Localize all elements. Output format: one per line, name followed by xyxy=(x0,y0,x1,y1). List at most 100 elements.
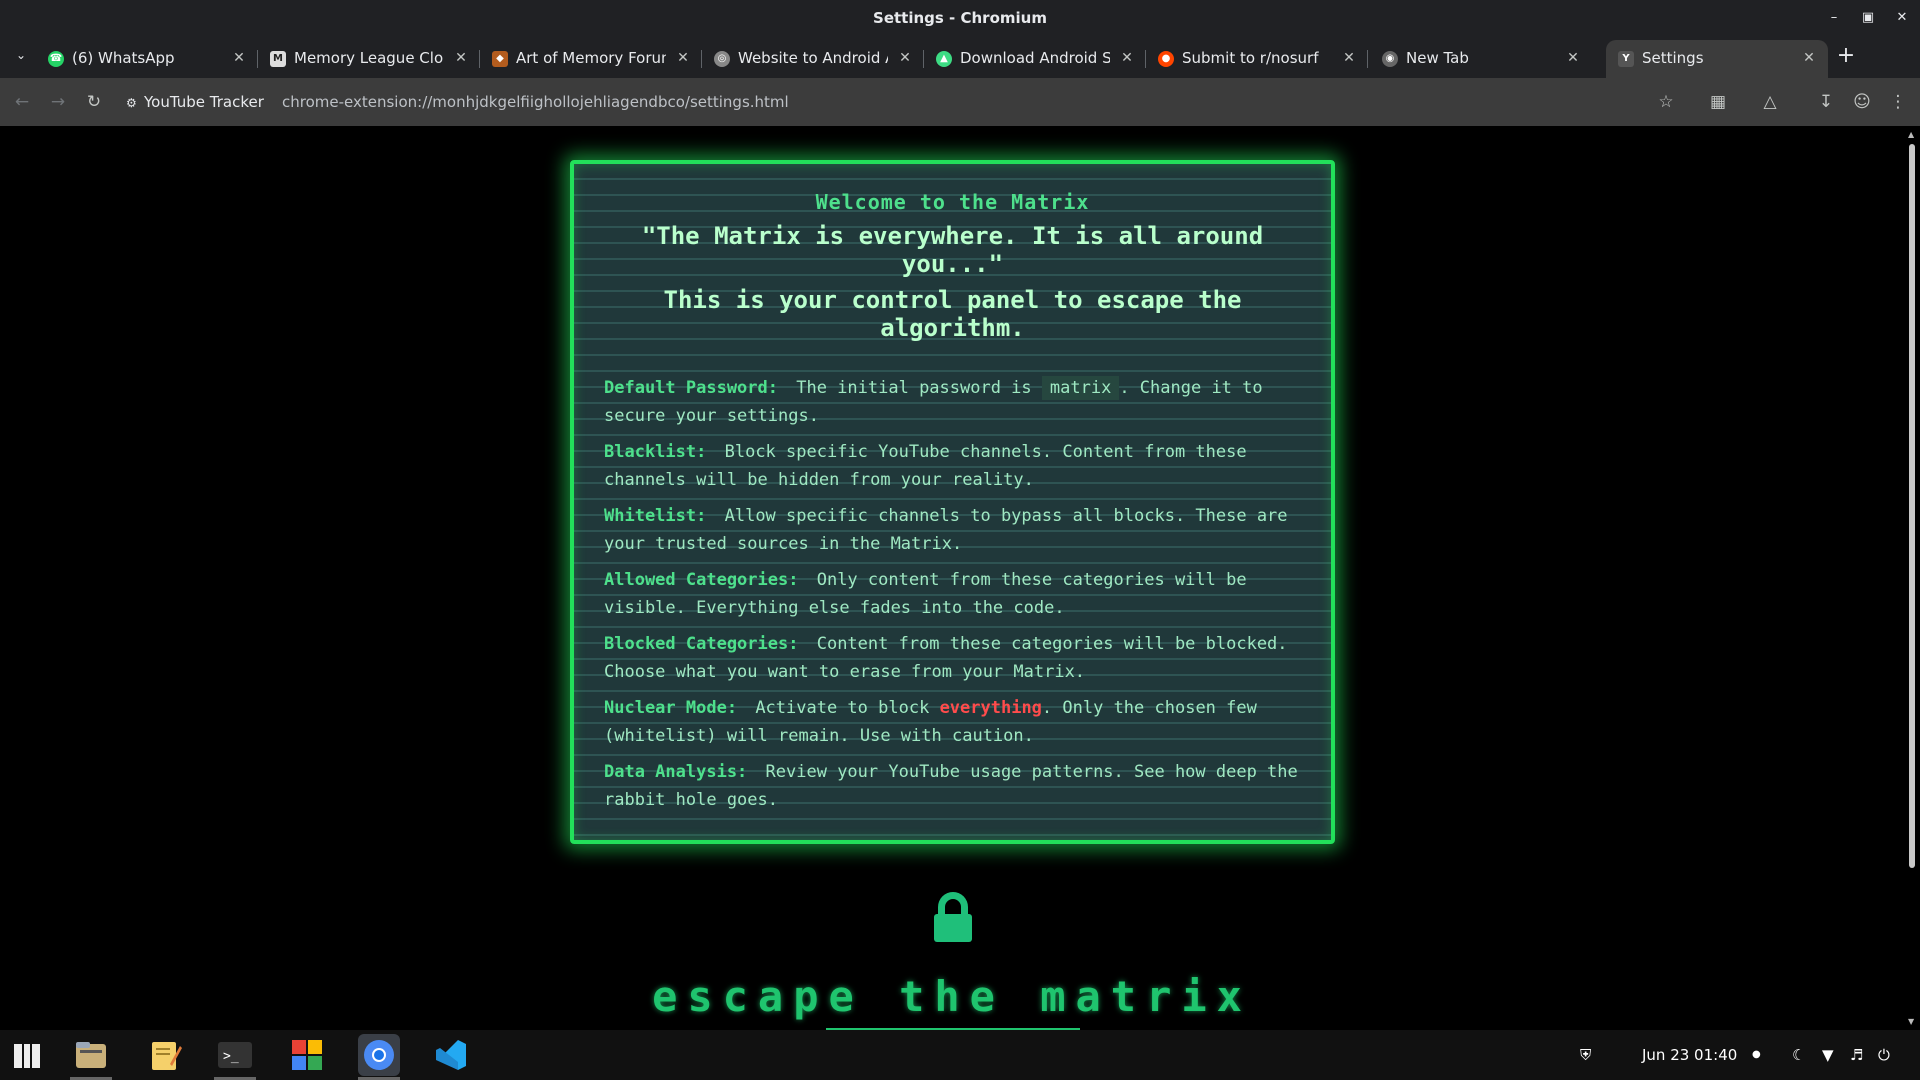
feature-blacklist: Blacklist: Block specific YouTube channe… xyxy=(604,438,1301,494)
files-icon[interactable] xyxy=(70,1034,112,1080)
menu-kebab-icon[interactable]: ⋮ xyxy=(1884,88,1912,116)
bookmark-star-icon[interactable]: ☆ xyxy=(1652,88,1680,116)
page-scrollbar[interactable]: ▲ ▼ xyxy=(1904,126,1920,1030)
feature-key: Whitelist: xyxy=(604,506,707,526)
close-window-icon[interactable]: ✕ xyxy=(1884,0,1920,36)
close-tab-icon[interactable]: ✕ xyxy=(1800,40,1818,76)
text-editor-icon[interactable] xyxy=(144,1034,186,1076)
notification-dot-icon[interactable]: ● xyxy=(1752,1030,1761,1080)
app-grid-icon[interactable] xyxy=(6,1034,48,1076)
tab-website-to-android[interactable]: ◎ Website to Android Ap ✕ xyxy=(702,40,924,78)
profile-icon[interactable]: ☺ xyxy=(1848,88,1876,116)
window-titlebar: Settings - Chromium – ▣ ✕ xyxy=(0,0,1920,36)
feature-allowed-categories: Allowed Categories: Only content from th… xyxy=(604,566,1301,622)
matrix-quote: "The Matrix is everywhere. It is all aro… xyxy=(641,222,1264,278)
feature-text: Allow specific channels to bypass all bl… xyxy=(604,506,1288,554)
tab-search-chevron-icon[interactable]: ⌄ xyxy=(10,44,32,66)
feature-nuclear-mode: Nuclear Mode: Activate to block everythi… xyxy=(604,694,1301,750)
minimize-icon[interactable]: – xyxy=(1816,0,1852,36)
tab-separator xyxy=(1367,50,1368,68)
tab-label: Memory League Clon xyxy=(294,49,444,67)
password-code: matrix xyxy=(1041,376,1120,400)
close-tab-icon[interactable]: ✕ xyxy=(452,40,470,76)
feature-key: Blocked Categories: xyxy=(604,634,799,654)
reddit-icon: ● xyxy=(1158,51,1174,67)
scroll-up-icon[interactable]: ▲ xyxy=(1908,130,1914,139)
tab-strip: ⌄ ☎ (6) WhatsApp ✕ M Memory League Clon … xyxy=(0,36,1920,78)
extension-page-icon: Y xyxy=(1618,51,1634,67)
software-store-icon[interactable] xyxy=(286,1034,328,1076)
close-tab-icon[interactable]: ✕ xyxy=(896,40,914,76)
globe-icon: ◎ xyxy=(714,51,730,67)
tab-label: Submit to r/nosurf xyxy=(1182,49,1319,67)
close-tab-icon[interactable]: ✕ xyxy=(1118,40,1136,76)
chromium-icon[interactable] xyxy=(358,1034,400,1080)
whatsapp-icon: ☎ xyxy=(48,51,64,67)
url-text[interactable]: chrome-extension://monhjdkgelfiigholloje… xyxy=(282,90,789,114)
extension-site-chip[interactable]: ⚙ YouTube Tracker xyxy=(126,90,264,114)
extensions-icon[interactable]: ▦ xyxy=(1704,88,1732,116)
escape-the-matrix-heading: escape the matrix xyxy=(652,972,1252,1021)
security-shield-icon[interactable]: ⛨ xyxy=(1580,1030,1591,1080)
tab-memory-league[interactable]: M Memory League Clon ✕ xyxy=(258,40,480,78)
tab-label: New Tab xyxy=(1406,49,1469,67)
address-bar[interactable]: ⚙ YouTube Tracker chrome-extension://monh… xyxy=(118,83,1678,121)
tab-reddit-nosurf[interactable]: ● Submit to r/nosurf ✕ xyxy=(1146,40,1368,78)
volume-icon[interactable]: ♬ xyxy=(1850,1030,1863,1080)
feature-key: Blacklist: xyxy=(604,442,707,462)
feature-list: Default Password: The initial password i… xyxy=(604,374,1301,822)
maximize-icon[interactable]: ▣ xyxy=(1850,0,1886,36)
tab-label: Settings xyxy=(1642,49,1704,67)
chromium-icon: ◉ xyxy=(1382,51,1398,67)
feature-key: Data Analysis: xyxy=(604,762,748,782)
terminal-icon[interactable]: >_ xyxy=(214,1034,256,1080)
close-tab-icon[interactable]: ✕ xyxy=(674,40,692,76)
tab-label: Download Android St xyxy=(960,49,1110,67)
close-tab-icon[interactable]: ✕ xyxy=(1564,40,1582,76)
power-icon[interactable]: ⏻ xyxy=(1878,1030,1890,1080)
close-tab-icon[interactable]: ✕ xyxy=(230,40,248,76)
art-of-memory-icon: ◆ xyxy=(492,51,508,67)
feature-key: Default Password: xyxy=(604,378,778,398)
tab-download-android-studio[interactable]: ▲ Download Android St ✕ xyxy=(924,40,1146,78)
tab-label: Website to Android Ap xyxy=(738,49,888,67)
wifi-icon[interactable]: ▼ xyxy=(1822,1030,1834,1080)
extension-chip-label: YouTube Tracker xyxy=(144,93,264,111)
svg-text:>_: >_ xyxy=(223,1049,239,1064)
welcome-panel: Welcome to the Matrix "The Matrix is eve… xyxy=(570,160,1335,844)
feature-text: Activate to block xyxy=(755,698,930,718)
page-content: Welcome to the Matrix "The Matrix is eve… xyxy=(0,126,1904,1030)
feature-key: Allowed Categories: xyxy=(604,570,799,590)
feature-default-password: Default Password: The initial password i… xyxy=(604,374,1301,430)
new-tab-icon[interactable]: + xyxy=(1834,42,1858,70)
window-title: Settings - Chromium xyxy=(873,9,1047,27)
tab-new-tab[interactable]: ◉ New Tab ✕ xyxy=(1370,40,1592,78)
tab-whatsapp[interactable]: ☎ (6) WhatsApp ✕ xyxy=(36,40,258,78)
memory-league-icon: M xyxy=(270,51,286,67)
scroll-down-icon[interactable]: ▼ xyxy=(1908,1017,1914,1026)
danger-text: everything xyxy=(939,698,1042,718)
feature-key: Nuclear Mode: xyxy=(604,698,738,718)
vscode-icon[interactable] xyxy=(430,1034,472,1076)
panel-title: Welcome to the Matrix xyxy=(815,190,1090,214)
feature-whitelist: Whitelist: Allow specific channels to by… xyxy=(604,502,1301,558)
clock-datetime[interactable]: Jun 23 01:40 xyxy=(1642,1030,1737,1080)
android-icon: ▲ xyxy=(936,51,952,67)
night-mode-icon[interactable]: ☾ xyxy=(1792,1030,1805,1080)
close-tab-icon[interactable]: ✕ xyxy=(1340,40,1358,76)
forward-icon[interactable]: → xyxy=(44,88,72,116)
lock-body xyxy=(934,914,972,942)
scrollbar-thumb[interactable] xyxy=(1909,144,1915,868)
panel-intro: This is your control panel to escape the… xyxy=(663,286,1242,342)
tab-settings[interactable]: Y Settings ✕ xyxy=(1606,40,1828,78)
tab-label: Art of Memory Forum xyxy=(516,49,666,67)
taskbar: >_ ⛨ Jun 23 01:40 ● ☾ ▼ ♬ ⏻ xyxy=(0,1030,1920,1080)
downloads-icon[interactable]: ↧ xyxy=(1812,88,1840,116)
lock-icon xyxy=(934,892,972,942)
extension-puzzle-icon: ⚙ xyxy=(126,96,137,110)
feature-data-analysis: Data Analysis: Review your YouTube usage… xyxy=(604,758,1301,814)
back-icon[interactable]: ← xyxy=(8,88,36,116)
reload-icon[interactable]: ↻ xyxy=(80,88,108,116)
tab-art-of-memory[interactable]: ◆ Art of Memory Forum ✕ xyxy=(480,40,702,78)
labs-flask-icon[interactable]: △ xyxy=(1756,88,1784,116)
